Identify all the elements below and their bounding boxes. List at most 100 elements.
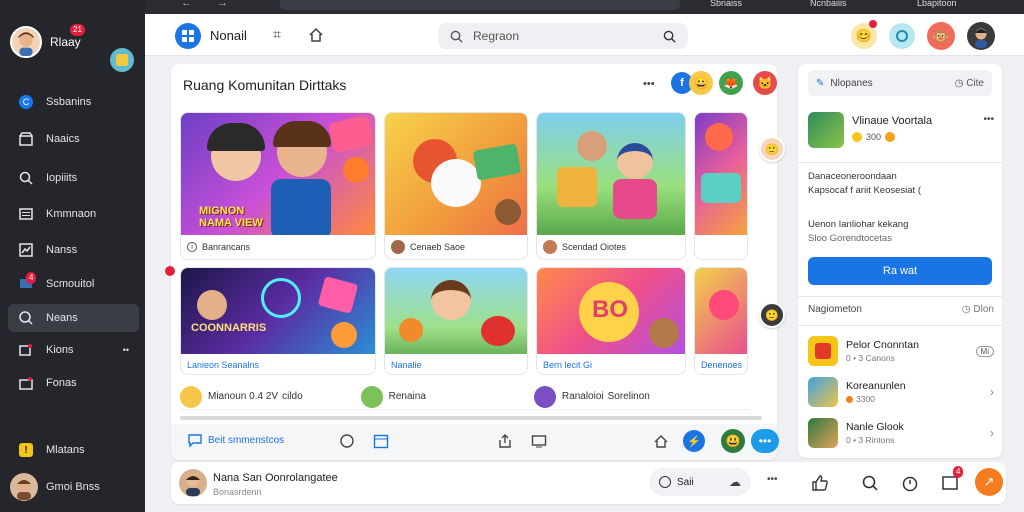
section-right-label: Dlon <box>973 304 994 315</box>
bottom-search-label: Saii <box>677 476 694 488</box>
profile-stats: 300 <box>866 132 882 142</box>
sidebar: Rlaay 21 C Ssbanins Naaics Iopiiits Kmmn… <box>0 0 145 512</box>
person-extra: cildo <box>282 391 303 402</box>
edit-icon[interactable]: ✎ <box>816 78 824 89</box>
profile-avatar-button[interactable] <box>967 22 995 50</box>
sidebar-footer-item[interactable]: ! Mlatans <box>8 436 139 464</box>
notification-avatar-button[interactable]: 😊 <box>851 20 877 49</box>
list-item[interactable]: Pelor Cnonntan 0 • 3 Canons Mi <box>808 334 994 368</box>
chevron-right-icon[interactable]: › <box>990 426 994 440</box>
search-placeholder: Regraon <box>473 29 520 43</box>
sidebar-item-ssbanins[interactable]: C Ssbanins <box>8 88 139 116</box>
more-options-button[interactable]: ••• <box>983 114 994 125</box>
community-tile[interactable]: COONNARRIS Lanieon Seanalns <box>180 267 376 375</box>
list-item[interactable]: Koreanunlen 3300 › <box>808 375 994 409</box>
friend-avatar-icon[interactable]: 😃 <box>721 429 745 453</box>
home-icon[interactable] <box>653 433 669 449</box>
sidebar-user[interactable]: Rlaay 21 <box>10 24 85 58</box>
tile-art-text: MIGNON NAMA VIEW <box>199 205 263 229</box>
floating-avatar[interactable]: 🙂 <box>759 136 785 162</box>
list-item-name: Pelor Cnonntan <box>846 339 919 351</box>
home-icon[interactable] <box>308 27 324 43</box>
back-arrow-icon[interactable]: ← <box>181 0 192 9</box>
person-avatar[interactable] <box>533 385 556 408</box>
list-item-image <box>808 377 838 407</box>
info-icon: i <box>187 242 197 252</box>
sidebar-item-kmmnaon[interactable]: Kmmnaon <box>8 200 139 228</box>
action-bar-label[interactable]: Beit smmenstcos <box>208 435 284 446</box>
more-dots[interactable]: •• <box>123 345 129 355</box>
panel-header-right[interactable]: ◷ Cite <box>955 78 984 89</box>
person-avatar[interactable] <box>360 385 383 408</box>
search-icon[interactable] <box>861 474 879 492</box>
app-logo-icon[interactable] <box>175 23 201 49</box>
community-tile[interactable]: Nanalie <box>384 267 528 375</box>
more-button[interactable]: ••• <box>751 429 779 453</box>
url-bar[interactable] <box>280 0 680 10</box>
user-avatar[interactable] <box>10 26 42 58</box>
profile-card[interactable]: Vlinaue Voortala 300 ••• <box>808 112 994 156</box>
browser-tab[interactable]: Lbapitoon <box>917 0 957 8</box>
person-name: Renaina <box>388 391 426 402</box>
store-icon <box>18 375 34 391</box>
sidebar-item-iopiiits[interactable]: Iopiiits <box>8 164 139 192</box>
section-right[interactable]: ◷ Dlon <box>962 304 994 315</box>
tile-caption: Banrancans <box>202 242 251 252</box>
bottom-search-pill[interactable]: Saii ☁ <box>649 468 751 496</box>
react-button[interactable]: ⚡ <box>683 430 705 452</box>
calendar-icon[interactable] <box>373 433 389 449</box>
sidebar-item-nanss[interactable]: Nanss <box>8 236 139 264</box>
timer-icon[interactable] <box>901 474 919 492</box>
panel-divider <box>798 296 1002 297</box>
cloud-icon: ☁ <box>729 475 741 489</box>
friend-avatar-button[interactable]: 🐵 <box>927 22 955 50</box>
community-tile[interactable]: MIGNON NAMA VIEW i Banrancans <box>180 112 376 260</box>
community-tile[interactable]: BO Bern lecit Gi <box>536 267 686 375</box>
sidebar-item-fonas[interactable]: Fonas <box>8 369 139 397</box>
floating-avatar[interactable]: 🙂 <box>759 302 785 328</box>
sidebar-item-scmouitol[interactable]: 4 Scmouitol <box>8 270 139 298</box>
like-icon[interactable] <box>811 474 829 492</box>
messenger-button[interactable] <box>889 23 915 49</box>
list-item-tag: Mi <box>975 345 994 357</box>
list-item[interactable]: Nanle Glook 0 • 3 Rintons › <box>808 416 994 450</box>
description-line: Sloo Gorendtocetas <box>808 233 892 244</box>
community-tile[interactable] <box>694 112 748 260</box>
bottom-user-avatar[interactable] <box>179 469 207 497</box>
emoji-avatar-icon[interactable]: 😀 <box>689 71 713 95</box>
tile-art-text: BO <box>592 296 628 323</box>
friend-avatar-icon[interactable]: 🐱 <box>753 71 777 95</box>
community-tile[interactable]: Denenoes <box>694 267 748 375</box>
user-avatar <box>543 240 557 254</box>
cta-button[interactable]: Ra wat <box>808 257 992 285</box>
sidebar-item-naaics[interactable]: Naaics <box>8 125 139 153</box>
video-icon[interactable] <box>531 433 547 449</box>
sidebar-app-icon[interactable] <box>110 48 134 72</box>
top-bar: Nonail ⌗ Regraon 😊 🐵 <box>145 14 1024 56</box>
grid-icon[interactable]: ⌗ <box>273 26 281 43</box>
panel-header-right-label: Cite <box>966 77 984 89</box>
sidebar-item-kions[interactable]: Kions •• <box>8 336 139 364</box>
community-tile[interactable]: Cenaeb Saoe <box>384 112 528 260</box>
sidebar-item-neans[interactable]: Neans <box>8 304 139 332</box>
sidebar-footer-user[interactable]: Gmoi Bnss <box>10 472 136 502</box>
comment-icon[interactable] <box>187 432 203 448</box>
person-avatar[interactable] <box>180 385 202 408</box>
more-options-button[interactable]: ••• <box>643 78 655 90</box>
search-input[interactable]: Regraon <box>438 23 688 49</box>
chevron-right-icon[interactable]: › <box>990 385 994 399</box>
list-item-name: Nanle Glook <box>846 421 904 433</box>
orange-action-button[interactable]: ↗ <box>975 468 1003 496</box>
bottom-user-name: Nana San Oonrolangatee <box>213 472 338 484</box>
browser-tab[interactable]: Sbnaiss <box>710 0 742 8</box>
more-dots[interactable]: ••• <box>767 474 778 485</box>
horizontal-scrollbar[interactable] <box>180 416 762 420</box>
community-tile[interactable]: Scendad Oiotes <box>536 112 686 260</box>
share-icon[interactable] <box>497 433 513 449</box>
search-submit-icon[interactable] <box>663 30 676 43</box>
forward-arrow-icon[interactable]: → <box>217 0 228 9</box>
browser-tab[interactable]: Ncnbaiiis <box>810 0 847 8</box>
sidebar-item-label: Kions <box>46 344 74 356</box>
friend-avatar-icon[interactable]: 🦊 <box>719 71 743 95</box>
chat-bubble-icon[interactable] <box>339 433 355 449</box>
